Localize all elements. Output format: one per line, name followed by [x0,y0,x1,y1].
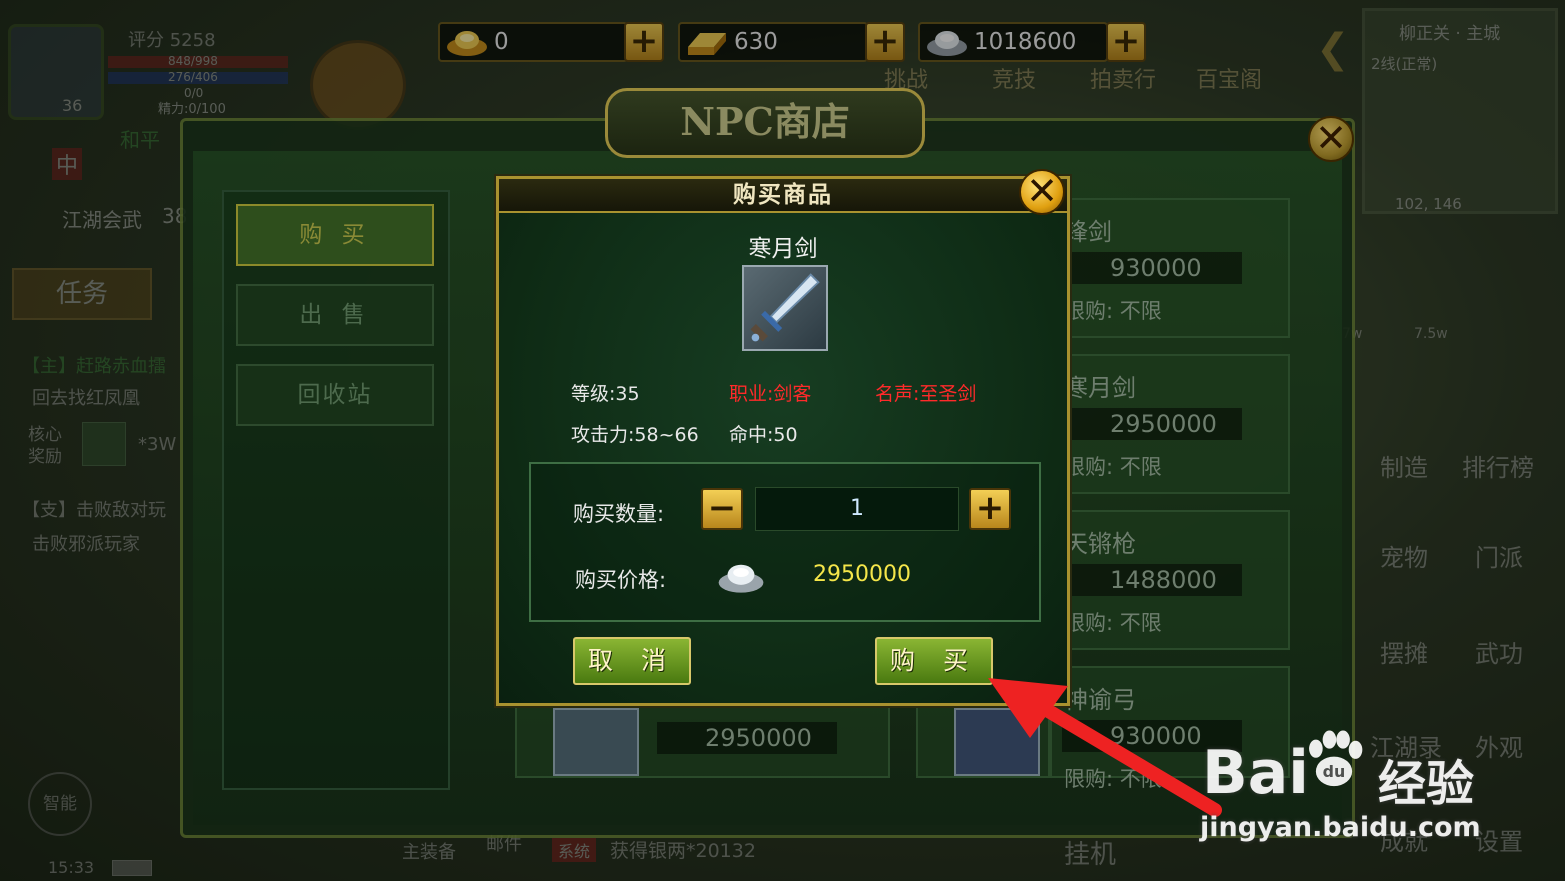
paw-icon: du [1309,730,1363,787]
tab-sell[interactable]: 出 售 [236,284,434,346]
shop-item-card[interactable] [916,706,1050,778]
shop-item-price: 2950000 [1062,408,1242,440]
item-icon[interactable] [742,265,828,351]
purchase-form: 购买数量: − 1 + 购买价格: 2950000 [529,462,1041,622]
item-fame: 名声:至圣剑 [875,383,977,405]
watermark-brand-cn: 经验 [1378,756,1475,812]
dialog-close-button[interactable]: ✕ [1019,169,1065,215]
quantity-decrease-button[interactable]: − [701,488,743,530]
item-attack: 攻击力:58~66 [571,424,699,446]
item-level: 等级:35 [571,383,640,405]
shop-item-card[interactable]: 锋剑 930000 限购: 不限 [1050,198,1290,338]
shop-item-price: 2950000 [657,722,837,754]
tab-recycle[interactable]: 回收站 [236,364,434,426]
buy-button[interactable]: 购 买 [875,637,993,685]
shop-item-card[interactable]: 2950000 [515,706,890,778]
shop-item-limit: 限购: 不限 [1064,611,1162,635]
watermark-brand: Bai [1202,738,1309,808]
shop-item-limit: 限购: 不限 [1064,767,1162,791]
shop-item-card[interactable]: 寒月剑 2950000 限购: 不限 [1050,354,1290,494]
item-name: 寒月剑 [748,236,818,262]
tab-buy[interactable]: 购 买 [236,204,434,266]
quantity-increase-button[interactable]: + [969,488,1011,530]
watermark-url: jingyan.baidu.com [1200,812,1481,843]
shop-item-name: 锋剑 [1064,218,1112,246]
dialog-title: 购买商品 [499,179,1067,213]
shop-item-icon [954,708,1040,776]
quantity-label: 购买数量: [573,502,665,526]
shop-title: NPC商店 [605,88,925,158]
shop-item-price: 930000 [1062,252,1242,284]
sword-icon [750,273,820,342]
price-value: 2950000 [813,562,911,587]
watermark-brand-text: Bai [1202,738,1309,808]
shop-item-limit: 限购: 不限 [1064,299,1162,323]
shop-item-name: 寒月剑 [1064,374,1136,402]
shop-item-name: 神谕弓 [1064,686,1136,714]
shop-item-name: 天锵枪 [1064,530,1136,558]
price-label: 购买价格: [575,568,667,592]
item-job: 职业:剑客 [729,383,812,405]
shop-item-icon [553,708,639,776]
purchase-dialog: 购买商品 寒月剑 等级:35 职业:剑客 名声:至圣剑 攻击力:58~66 命中… [496,176,1070,706]
shop-item-card[interactable]: 天锵枪 1488000 限购: 不限 [1050,510,1290,650]
shop-item-limit: 限购: 不限 [1064,455,1162,479]
item-hit: 命中:50 [729,424,798,446]
quantity-input[interactable]: 1 [755,487,959,531]
shop-tab-sidebar [222,190,450,790]
svg-text:du: du [1323,762,1346,781]
shop-close-button[interactable]: ✕ [1308,116,1354,162]
shop-item-price: 1488000 [1062,564,1242,596]
cancel-button[interactable]: 取 消 [573,637,691,685]
silver-ingot-icon [718,564,764,593]
